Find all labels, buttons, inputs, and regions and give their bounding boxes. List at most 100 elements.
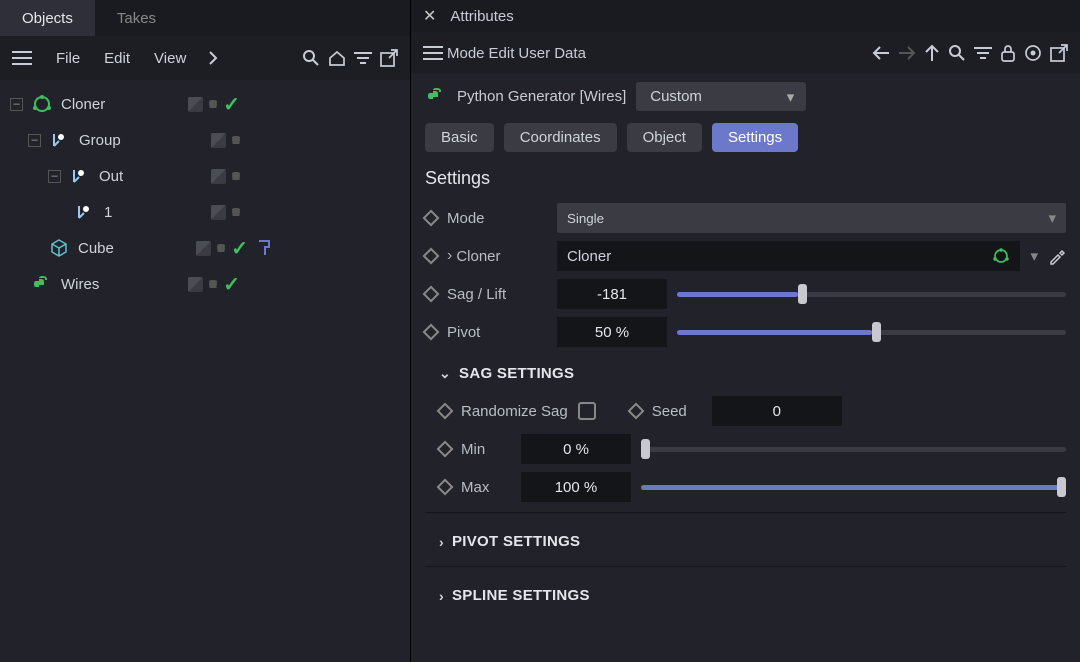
menu-file[interactable]: File bbox=[46, 46, 90, 71]
tab-basic[interactable]: Basic bbox=[425, 123, 494, 152]
keyframe-icon[interactable] bbox=[437, 441, 454, 458]
pivot-input[interactable] bbox=[557, 317, 667, 347]
object-titlebar: Python Generator [Wires] Custom bbox=[411, 74, 1080, 119]
menu-edit[interactable]: Edit bbox=[489, 45, 515, 62]
eyedropper-icon[interactable] bbox=[1048, 247, 1066, 265]
keyframe-icon[interactable] bbox=[423, 324, 440, 341]
tree-row-cloner[interactable]: – Cloner ✓ bbox=[0, 86, 410, 122]
attr-tabset: Basic Coordinates Object Settings bbox=[411, 119, 1080, 164]
cube-icon bbox=[48, 239, 70, 257]
attr-menubar: Mode Edit User Data bbox=[411, 32, 1080, 74]
sag-settings-header[interactable]: ⌄ SAG SETTINGS bbox=[425, 351, 1066, 392]
min-input[interactable] bbox=[521, 434, 631, 464]
tree-collapse-icon[interactable]: – bbox=[28, 134, 41, 147]
obj-label: Group bbox=[79, 132, 121, 149]
up-icon[interactable] bbox=[924, 44, 940, 62]
target-icon[interactable] bbox=[1024, 44, 1042, 62]
param-min: Min bbox=[425, 430, 1066, 468]
tab-object[interactable]: Object bbox=[627, 123, 702, 152]
keyframe-icon[interactable] bbox=[423, 286, 440, 303]
randomize-checkbox[interactable] bbox=[578, 402, 596, 420]
menu-userdata[interactable]: User Data bbox=[518, 45, 586, 62]
tree-collapse-icon[interactable]: – bbox=[10, 98, 23, 111]
pivot-slider[interactable] bbox=[677, 317, 1066, 347]
spline-settings-header[interactable]: › SPLINE SETTINGS bbox=[425, 573, 1066, 614]
object-title: Python Generator [Wires] bbox=[457, 88, 626, 105]
tab-objects[interactable]: Objects bbox=[0, 0, 95, 36]
cloner-link-field[interactable]: Cloner bbox=[557, 241, 1020, 271]
python-icon bbox=[31, 274, 53, 294]
keyframe-icon[interactable] bbox=[627, 403, 644, 420]
vis-slot[interactable] bbox=[211, 169, 226, 184]
objects-tabbar: Objects Takes bbox=[0, 0, 410, 36]
check-icon[interactable]: ✓ bbox=[223, 92, 240, 117]
vis-slot[interactable] bbox=[188, 97, 203, 112]
filter-icon[interactable] bbox=[354, 51, 372, 65]
obj-label: 1 bbox=[104, 204, 112, 221]
tree-row-group[interactable]: – Group bbox=[0, 122, 410, 158]
pivot-settings-header[interactable]: › PIVOT SETTINGS bbox=[425, 519, 1066, 560]
max-input[interactable] bbox=[521, 472, 631, 502]
tab-coordinates[interactable]: Coordinates bbox=[504, 123, 617, 152]
sag-slider[interactable] bbox=[677, 279, 1066, 309]
chevron-down-icon: ⌄ bbox=[439, 365, 451, 382]
keyframe-icon[interactable] bbox=[423, 210, 440, 227]
lock-icon[interactable] bbox=[1000, 44, 1016, 62]
tree-row-out[interactable]: – Out bbox=[0, 158, 410, 194]
param-label: Min bbox=[461, 441, 511, 458]
tree-row-wires[interactable]: Wires ✓ bbox=[0, 266, 410, 302]
popout-icon[interactable] bbox=[1050, 44, 1068, 62]
param-label: Max bbox=[461, 479, 511, 496]
param-label: Mode bbox=[447, 210, 547, 227]
min-slider[interactable] bbox=[641, 434, 1066, 464]
tree-collapse-icon[interactable]: – bbox=[48, 170, 61, 183]
null-icon bbox=[74, 203, 96, 221]
search-icon[interactable] bbox=[302, 49, 320, 67]
filter-icon[interactable] bbox=[974, 46, 992, 60]
back-icon[interactable] bbox=[872, 45, 890, 61]
seed-input[interactable] bbox=[712, 396, 842, 426]
object-tree: – Cloner ✓ – Group – Out 1 Cube ✓ bbox=[0, 80, 410, 662]
burger-icon[interactable] bbox=[12, 51, 32, 65]
display-mode-select[interactable]: Custom bbox=[636, 82, 806, 111]
cloner-icon bbox=[992, 247, 1010, 265]
dots-icon bbox=[232, 136, 240, 144]
vis-slot[interactable] bbox=[188, 277, 203, 292]
check-icon[interactable]: ✓ bbox=[223, 272, 240, 297]
search-icon[interactable] bbox=[948, 44, 966, 62]
param-label: Randomize Sag bbox=[461, 403, 568, 420]
tree-row-1[interactable]: 1 bbox=[0, 194, 410, 230]
menu-mode[interactable]: Mode bbox=[447, 45, 485, 62]
keyframe-icon[interactable] bbox=[437, 403, 454, 420]
popout-icon[interactable] bbox=[380, 49, 398, 67]
keyframe-icon[interactable] bbox=[423, 248, 440, 265]
params-list: Mode Single Cloner Cloner ▾ Sag / Lift bbox=[411, 199, 1080, 614]
keyframe-icon[interactable] bbox=[437, 479, 454, 496]
burger-icon[interactable] bbox=[423, 46, 443, 60]
close-icon[interactable]: ✕ bbox=[423, 6, 436, 26]
tab-settings[interactable]: Settings bbox=[712, 123, 798, 152]
tree-row-cube[interactable]: Cube ✓ bbox=[0, 230, 410, 266]
chevron-down-icon[interactable]: ▾ bbox=[1030, 247, 1038, 265]
dots-icon bbox=[209, 100, 217, 108]
home-icon[interactable] bbox=[328, 49, 346, 67]
param-max: Max bbox=[425, 468, 1066, 506]
tab-takes[interactable]: Takes bbox=[95, 0, 178, 36]
max-slider[interactable] bbox=[641, 472, 1066, 502]
param-label: Seed bbox=[652, 403, 702, 420]
bookmark-icon[interactable] bbox=[258, 240, 272, 256]
param-mode: Mode Single bbox=[425, 199, 1066, 237]
chevron-right-icon[interactable] bbox=[200, 51, 226, 65]
vis-slot[interactable] bbox=[211, 205, 226, 220]
objects-panel: Objects Takes File Edit View – Cloner ✓ … bbox=[0, 0, 411, 662]
check-icon[interactable]: ✓ bbox=[231, 236, 248, 261]
vis-slot[interactable] bbox=[211, 133, 226, 148]
mode-select[interactable]: Single bbox=[557, 203, 1066, 233]
param-sag: Sag / Lift bbox=[425, 275, 1066, 313]
vis-slot[interactable] bbox=[196, 241, 211, 256]
menu-edit[interactable]: Edit bbox=[94, 46, 140, 71]
obj-label: Cloner bbox=[61, 96, 105, 113]
objects-menubar: File Edit View bbox=[0, 36, 410, 80]
sag-input[interactable] bbox=[557, 279, 667, 309]
menu-view[interactable]: View bbox=[144, 46, 196, 71]
